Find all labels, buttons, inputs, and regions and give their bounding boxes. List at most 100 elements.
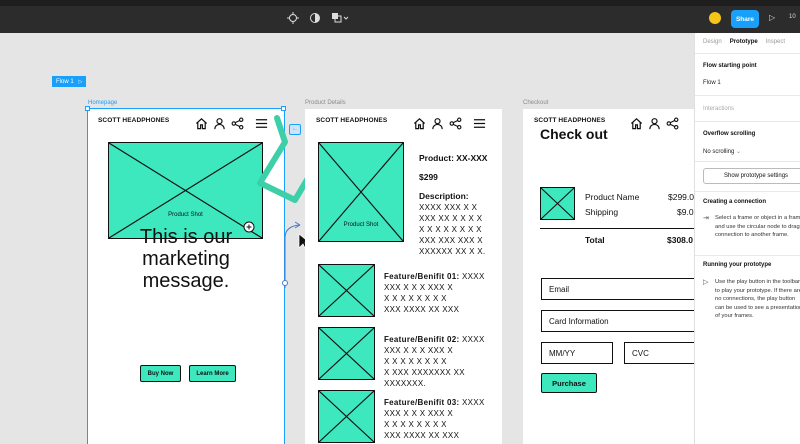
feature-text: Feature/Benifit 01: XXXX XXX X X X XXX X… — [384, 271, 485, 315]
feature-title: Feature/Benifit 01: — [384, 272, 460, 281]
feature-heading: Feature/Benifit 01: XXXX — [384, 271, 485, 282]
feature-image-placeholder — [318, 264, 375, 317]
description-line: XXX XX X X X X — [419, 214, 483, 223]
user-icon[interactable] — [431, 117, 444, 130]
share-icon[interactable] — [449, 117, 462, 130]
frame-label-homepage[interactable]: Homepage — [88, 100, 117, 106]
total-divider — [540, 228, 700, 229]
top-toolbar: Share ▷ 10 — [0, 0, 800, 33]
creating-connection-desc: Select a frame or object in a frame and … — [715, 215, 800, 238]
feature-first: XXXX — [462, 398, 485, 407]
checkout-brand: SCOTT HEADPHONES — [534, 117, 606, 124]
divider — [695, 191, 800, 192]
product-name-value: $299.0 — [668, 192, 694, 202]
contrast-icon[interactable] — [309, 12, 321, 24]
feature-first: XXXX — [462, 272, 485, 281]
flow-start-title: Flow starting point — [703, 63, 757, 69]
checkout-frame[interactable] — [523, 109, 694, 444]
flow-start-value[interactable]: Flow 1 — [703, 80, 721, 86]
overflow-dropdown[interactable]: No scrolling ⌄ — [703, 148, 741, 155]
cvc-field[interactable]: CVC — [624, 342, 701, 364]
product-image-placeholder: Product Shot — [318, 142, 404, 242]
home-icon[interactable] — [630, 117, 643, 130]
frame-label-product-details[interactable]: Product Details — [305, 100, 346, 106]
divider — [695, 95, 800, 96]
description-line: XXX XXX XXX X — [419, 236, 483, 245]
home-icon[interactable] — [413, 117, 426, 130]
feature-line: XXX XXXX XX XXX — [384, 305, 460, 314]
feature-line: XXXXXXX. — [384, 379, 426, 388]
properties-panel: Design Prototype Inspect Flow starting p… — [694, 33, 800, 444]
card-information-field[interactable]: Card Information — [541, 310, 701, 332]
interactions-title: Interactions — [703, 106, 735, 112]
home-icon[interactable] — [195, 117, 208, 130]
description-title: Description: — [419, 191, 469, 201]
user-icon[interactable] — [648, 117, 661, 130]
tab-design[interactable]: Design — [703, 39, 722, 45]
divider — [695, 161, 800, 162]
creating-connection-title: Creating a connection — [703, 199, 767, 205]
cart-item-image-placeholder — [540, 187, 575, 220]
play-flow-icon[interactable]: ▷ — [79, 79, 83, 85]
component-icon[interactable] — [287, 12, 299, 24]
feature-image-placeholder — [318, 390, 375, 443]
connection-anchor-icon[interactable]: ← — [289, 124, 301, 135]
menu-icon[interactable] — [473, 117, 486, 130]
tab-prototype[interactable]: Prototype — [730, 39, 758, 45]
divider — [695, 53, 800, 54]
feature-text: Feature/Benifit 02: XXXX XXX X X X XXX X… — [384, 334, 485, 389]
hero-image-label: Product Shot — [168, 212, 203, 218]
feature-line: X X X X X X X X — [384, 357, 447, 366]
share-icon[interactable] — [666, 117, 679, 130]
flow-starting-tag[interactable]: Flow 1 ▷ — [52, 76, 86, 87]
resize-handle-tl[interactable] — [85, 106, 90, 111]
total-label: Total — [585, 235, 605, 245]
product-line: Product: XX-XXX — [419, 153, 488, 163]
user-avatar[interactable] — [709, 12, 721, 24]
feature-line: X X X X X X X X — [384, 420, 447, 429]
panel-tabs: Design Prototype Inspect — [703, 39, 785, 45]
feature-line: XXX XXXX XX XXX — [384, 431, 460, 440]
running-prototype-desc: Use the play button in the toolbar to pl… — [715, 279, 800, 319]
feature-line: X X X X X X X X — [384, 294, 447, 303]
shipping-value: $9.0 — [677, 207, 694, 217]
divider — [695, 255, 800, 256]
feature-title: Feature/Benifit 03: — [384, 398, 460, 407]
feature-text: Feature/Benifit 03: XXXX XXX X X X XXX X… — [384, 397, 485, 441]
share-button[interactable]: Share — [731, 10, 759, 28]
product-price: $299 — [419, 172, 438, 182]
chevron-down-icon: ⌄ — [736, 149, 742, 155]
frame-label-checkout[interactable]: Checkout — [523, 100, 548, 106]
feature-line: XXX X X X XXX X — [384, 409, 453, 418]
feature-heading: Feature/Benifit 02: XXXX — [384, 334, 485, 345]
hero-image-placeholder: Product Shot — [108, 142, 263, 239]
overflow-value: No scrolling — [703, 149, 735, 155]
flow-tag-label: Flow 1 — [56, 78, 74, 85]
expiry-field[interactable]: MM/YY — [541, 342, 613, 364]
user-icon[interactable] — [213, 117, 226, 130]
learn-more-button[interactable]: Learn More — [189, 365, 236, 382]
product-brand: SCOTT HEADPHONES — [316, 117, 388, 124]
product-nav — [413, 117, 486, 130]
description-line: XXXXXX XX X X. — [419, 247, 486, 256]
shipping-label: Shipping — [585, 207, 619, 217]
feature-line: XXX X X X XXX X — [384, 283, 453, 292]
feature-first: XXXX — [462, 335, 485, 344]
product-name-label: Product Name — [585, 192, 640, 202]
feature-title: Feature/Benifit 02: — [384, 335, 460, 344]
play-icon[interactable]: ▷ — [769, 13, 775, 22]
total-value: $308.0 — [667, 235, 693, 245]
feature-line: X XXX XXXXXXX XX — [384, 368, 465, 377]
boolean-ops-icon[interactable] — [331, 12, 349, 24]
toolbar-top-strip — [0, 0, 800, 6]
buy-now-button[interactable]: Buy Now — [140, 365, 181, 382]
tab-inspect[interactable]: Inspect — [766, 39, 785, 45]
prototype-settings-button[interactable]: Show prototype settings — [703, 168, 800, 184]
zoom-level[interactable]: 10 — [789, 14, 796, 20]
share-icon[interactable] — [231, 117, 244, 130]
purchase-button[interactable]: Purchase — [541, 373, 597, 393]
description-text: XXXX XXX X X XXX XX X X X X X X X X X X … — [419, 202, 485, 257]
description-line: X X X X X X X X — [419, 225, 482, 234]
running-prototype-title: Running your prototype — [703, 262, 772, 268]
email-field[interactable]: Email — [541, 278, 701, 300]
